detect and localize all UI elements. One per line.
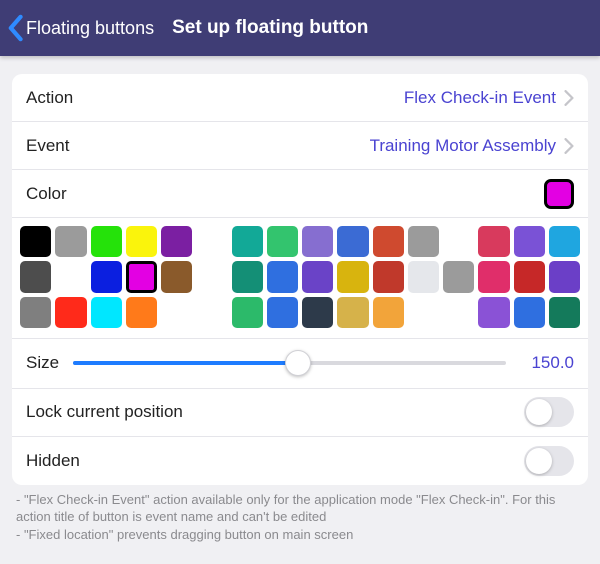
color-swatch[interactable]: [514, 297, 545, 328]
color-swatch[interactable]: [232, 297, 263, 328]
color-swatch[interactable]: [373, 226, 404, 257]
color-swatch[interactable]: [55, 261, 86, 292]
color-swatch[interactable]: [373, 297, 404, 328]
back-label: Floating buttons: [26, 18, 154, 39]
page-title: Set up floating button: [172, 17, 368, 39]
color-swatch[interactable]: [126, 226, 157, 257]
color-palette: [12, 218, 588, 339]
color-swatch[interactable]: [126, 261, 157, 292]
row-event-value: Training Motor Assembly: [69, 136, 556, 156]
color-swatch[interactable]: [549, 297, 580, 328]
color-swatch[interactable]: [91, 261, 122, 292]
color-swatch[interactable]: [161, 226, 192, 257]
chevron-right-icon: [564, 138, 574, 154]
color-swatch[interactable]: [337, 297, 368, 328]
footer-line-1: - "Flex Check-in Event" action available…: [16, 491, 584, 526]
row-action-value: Flex Check-in Event: [73, 88, 556, 108]
color-swatch[interactable]: [55, 297, 86, 328]
color-swatch[interactable]: [478, 261, 509, 292]
color-swatch[interactable]: [549, 261, 580, 292]
color-swatch[interactable]: [302, 297, 333, 328]
row-action-label: Action: [26, 88, 73, 108]
row-color[interactable]: Color: [12, 170, 588, 218]
footer-line-2: - "Fixed location" prevents dragging but…: [16, 526, 584, 544]
color-swatch[interactable]: [161, 261, 192, 292]
color-swatch[interactable]: [408, 226, 439, 257]
color-swatch[interactable]: [514, 261, 545, 292]
row-size: Size 150.0: [12, 339, 588, 389]
size-slider[interactable]: [73, 361, 506, 365]
hidden-label: Hidden: [26, 451, 524, 471]
toggle-knob: [526, 448, 552, 474]
color-swatch[interactable]: [267, 226, 298, 257]
color-swatch[interactable]: [267, 261, 298, 292]
color-swatch[interactable]: [514, 226, 545, 257]
color-swatch[interactable]: [373, 261, 404, 292]
color-swatch[interactable]: [549, 226, 580, 257]
slider-thumb[interactable]: [285, 350, 311, 376]
row-action[interactable]: Action Flex Check-in Event: [12, 74, 588, 122]
size-value: 150.0: [520, 353, 574, 373]
color-swatch[interactable]: [478, 297, 509, 328]
footer-note: - "Flex Check-in Event" action available…: [16, 491, 584, 544]
color-swatch[interactable]: [20, 297, 51, 328]
lock-toggle[interactable]: [524, 397, 574, 427]
color-swatch[interactable]: [20, 226, 51, 257]
slider-fill: [73, 361, 298, 365]
color-swatch[interactable]: [302, 261, 333, 292]
color-swatch[interactable]: [91, 297, 122, 328]
color-swatch[interactable]: [337, 261, 368, 292]
row-event-label: Event: [26, 136, 69, 156]
color-swatch[interactable]: [267, 297, 298, 328]
row-event[interactable]: Event Training Motor Assembly: [12, 122, 588, 170]
back-button[interactable]: Floating buttons: [6, 14, 172, 42]
color-swatch[interactable]: [408, 261, 439, 292]
row-hidden: Hidden: [12, 437, 588, 485]
color-swatch[interactable]: [443, 261, 474, 292]
row-color-label: Color: [26, 184, 67, 204]
selected-color-swatch: [544, 179, 574, 209]
color-swatch[interactable]: [55, 226, 86, 257]
color-swatch[interactable]: [126, 297, 157, 328]
toggle-knob: [526, 399, 552, 425]
size-label: Size: [26, 353, 59, 373]
header-bar: Floating buttons Set up floating button: [0, 0, 600, 56]
color-swatch[interactable]: [232, 226, 263, 257]
settings-card: Action Flex Check-in Event Event Trainin…: [12, 74, 588, 485]
color-swatch[interactable]: [232, 261, 263, 292]
chevron-left-icon: [6, 14, 24, 42]
color-swatch[interactable]: [20, 261, 51, 292]
lock-label: Lock current position: [26, 402, 524, 422]
color-swatch[interactable]: [91, 226, 122, 257]
color-swatch[interactable]: [302, 226, 333, 257]
hidden-toggle[interactable]: [524, 446, 574, 476]
color-swatch[interactable]: [337, 226, 368, 257]
chevron-right-icon: [564, 90, 574, 106]
color-swatch[interactable]: [478, 226, 509, 257]
row-lock-position: Lock current position: [12, 389, 588, 437]
